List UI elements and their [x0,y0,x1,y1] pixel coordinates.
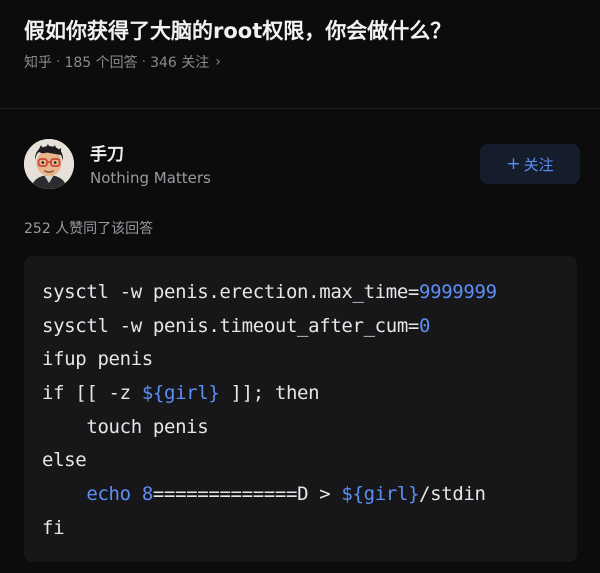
code-line: else [42,444,497,478]
meta-separator: · [141,54,147,70]
author-card: 手刀 Nothing Matters + 关注 [24,136,580,192]
code-token: if [[ -z [42,382,142,405]
follow-button[interactable]: + 关注 [480,144,580,184]
code-token: sysctl -w penis.timeout_after_cum= [42,314,420,337]
follow-button-label: 关注 [523,155,554,174]
code-token: ]]; then [219,382,320,405]
code-token: sysctl -w penis.erection.max_time= [42,281,420,303]
author-bio: Nothing Matters [90,169,211,187]
follower-count[interactable]: 346 关注 [150,52,209,72]
cartoon-avatar-icon[interactable] [24,139,74,189]
code-token: ${girl} [341,483,420,506]
code-token: else [42,449,87,472]
agree-count: 252 人赞同了该回答 [24,221,154,237]
code-line: ifup penis [42,343,497,377]
code-token: 9999999 [419,281,497,303]
code-token: echo [86,483,131,506]
code-block: sysctl -w penis.erection.max_time=999999… [24,256,577,562]
code-lines: sysctl -w penis.erection.max_time=999999… [42,276,497,546]
code-line: fi [42,512,497,546]
question-header: 假如你获得了大脑的root权限，你会做什么？ 知乎 · 185 个回答 · 34… [24,14,584,72]
section-divider [0,108,600,109]
author-name[interactable]: 手刀 [90,140,124,165]
code-token: 0 [419,314,431,337]
code-line: sysctl -w penis.timeout_after_cum=0 [42,310,497,344]
meta-separator: · [56,54,61,70]
answer-count[interactable]: 185 个回答 [64,52,137,72]
question-meta: 知乎 · 185 个回答 · 346 关注 › [24,52,584,72]
source-label[interactable]: 知乎 [24,52,52,72]
chevron-right-icon[interactable]: › [215,54,221,70]
code-token: fi [42,516,65,539]
code-line: touch penis [42,411,497,445]
code-token: /stdin [419,483,486,506]
code-token: 8 [141,483,153,506]
avatar-illustration [24,139,74,189]
code-line: echo 8=============D > ${girl}/stdin [42,478,497,512]
code-token: ${girl} [141,382,220,405]
code-token: touch penis [42,415,209,438]
code-line: sysctl -w penis.erection.max_time=999999… [42,276,497,310]
code-token: =============D > [152,483,342,506]
code-token: ifup penis [42,348,153,371]
question-title[interactable]: 假如你获得了大脑的root权限，你会做什么？ [24,14,584,48]
code-line: if [[ -z ${girl} ]]; then [42,377,497,411]
plus-icon: + [506,154,521,174]
